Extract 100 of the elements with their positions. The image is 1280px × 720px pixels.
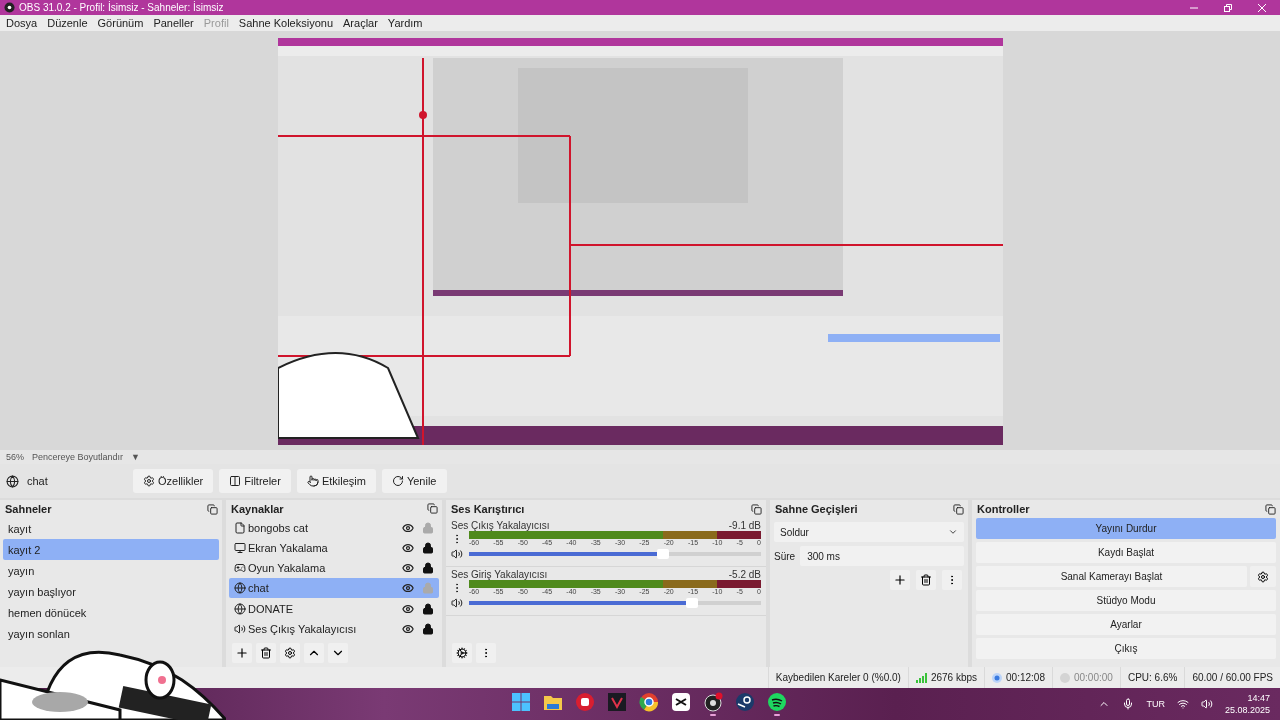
control-button[interactable]: Stüdyo Modu [976,590,1276,611]
slider-handle[interactable] [686,598,698,608]
browser-icon[interactable] [639,692,659,712]
lock-icon[interactable] [422,602,434,615]
source-item[interactable]: bongobs cat [229,517,439,538]
panel-title: Kontroller [977,503,1030,515]
float-icon[interactable] [207,503,218,515]
file-icon [234,521,246,534]
source-name: chat [248,582,270,595]
delete-button[interactable] [916,570,936,590]
music-icon[interactable] [767,692,787,712]
window-title: OBS 31.0.2 - Profil: İsimsiz - Sahneler: İsimsiz [19,2,224,13]
lock-icon[interactable] [422,622,434,635]
settings-button[interactable] [280,643,300,663]
source-name: chat [27,475,49,487]
control-button[interactable]: Sanal Kamerayı Başlat [976,566,1247,587]
globe-icon [234,582,246,595]
record-icon[interactable] [703,692,723,712]
float-icon[interactable] [751,503,762,515]
control-button[interactable]: Yayını Durdur [976,518,1276,539]
source-name: Ses Çıkış Yakalayıcısı [248,622,358,635]
scene-item[interactable]: yayın sonlan [3,623,219,644]
scene-item[interactable]: kayıt [3,518,219,539]
eye-icon[interactable] [402,602,414,615]
toolbar-button[interactable]: Özellikler [133,469,214,493]
eye-icon[interactable] [402,582,414,595]
float-icon[interactable] [427,503,438,515]
status-text: Kaybedilen Kareler 0 (%0.0) [775,672,901,683]
source-item[interactable]: Ses Çıkış Yakalayıcısı [229,618,439,639]
source-item[interactable]: Ekran Yakalama [229,537,439,558]
source-item[interactable]: Oyun Yakalama [229,557,439,579]
language-indicator[interactable]: TUR [1146,699,1165,709]
settings-icon [456,647,468,659]
scene-item[interactable]: yayın başlıyor [3,581,219,602]
clock[interactable]: 14:47 25.08.2025 [1224,692,1270,716]
move-up-button[interactable] [304,643,324,663]
pointer-icon [306,475,319,487]
panel-title: Sahneler [5,503,52,515]
refresh-icon [391,475,404,487]
lock-icon[interactable] [422,562,434,575]
slider-handle[interactable] [656,549,669,559]
speaker-icon[interactable] [451,597,463,609]
source-name: Ekran Yakalama [248,541,329,554]
windows-icon[interactable] [511,692,531,712]
zoom-level: 56% [6,452,24,462]
speaker-icon[interactable] [451,548,463,560]
transition-dropdown[interactable]: Soldur [774,522,964,542]
toolbar-button[interactable]: Yenile [381,469,447,493]
dropdown-caret: ▼ [131,452,140,462]
control-button[interactable]: Ayarlar [976,614,1276,635]
source-name: bongobs cat [248,521,309,534]
globe-icon [6,474,19,488]
add-button[interactable] [890,570,910,590]
speaker-icon [234,622,246,635]
toolbar-button[interactable]: Filtreler [219,469,291,493]
status-text: 2676 kbps [930,672,978,683]
panel-title: Sahne Geçişleri [775,503,858,515]
app-logo-icon [4,2,15,13]
menu-item[interactable]: Düzenle [42,17,93,29]
scene-item[interactable]: yayın [3,560,219,581]
source-item[interactable]: chat [229,578,439,599]
menu-item[interactable]: Araçlar [338,17,383,29]
close-icon[interactable] [1258,3,1266,12]
float-icon[interactable] [1265,503,1276,515]
eye-icon[interactable] [402,622,414,635]
menu-item[interactable]: Dosya [1,17,43,29]
control-button[interactable]: Çıkış [976,638,1276,659]
menu-item[interactable]: Görünüm [92,17,149,29]
eye-icon[interactable] [402,541,414,554]
duration-field[interactable]: 300 ms [800,546,964,566]
lock-icon[interactable] [422,541,434,554]
volume-slider[interactable] [469,552,761,556]
monitor-icon [234,541,246,554]
toolbar-button[interactable]: Etkileşim [296,469,376,493]
settings-button[interactable] [452,643,472,663]
network-icon[interactable] [1176,698,1189,710]
control-button[interactable]: Kaydı Başlat [976,542,1276,563]
scale-mode-dropdown[interactable]: Pencereye Boyutlandır [32,452,124,462]
menu-item[interactable]: Sahne Koleksiyonu [233,17,338,29]
db-reading: -9.1 dB [728,520,761,531]
source-item[interactable]: DONATE [229,598,439,619]
channel-name: Ses Giriş Yakalayıcısı [451,569,548,580]
move-down-button[interactable] [328,643,348,663]
eye-icon[interactable] [402,521,414,534]
microphone-icon[interactable] [1122,698,1135,710]
panel-title: Kaynaklar [231,502,284,515]
float-icon[interactable] [953,503,964,515]
trash-icon [260,647,272,659]
restore-icon[interactable] [1224,3,1232,12]
delete-button[interactable] [256,643,276,663]
scene-item[interactable]: kayıt 2 [3,539,219,560]
volume-slider[interactable] [469,601,761,605]
add-button[interactable] [232,643,252,663]
settings-button[interactable] [1250,566,1276,587]
eye-icon[interactable] [402,562,414,575]
menu-item[interactable]: Paneller [148,17,199,29]
app-icon[interactable] [671,692,691,712]
volume-icon[interactable] [1200,698,1213,710]
scene-item[interactable]: hemen dönücek [3,602,219,623]
menu-item[interactable]: Yardım [382,17,428,29]
